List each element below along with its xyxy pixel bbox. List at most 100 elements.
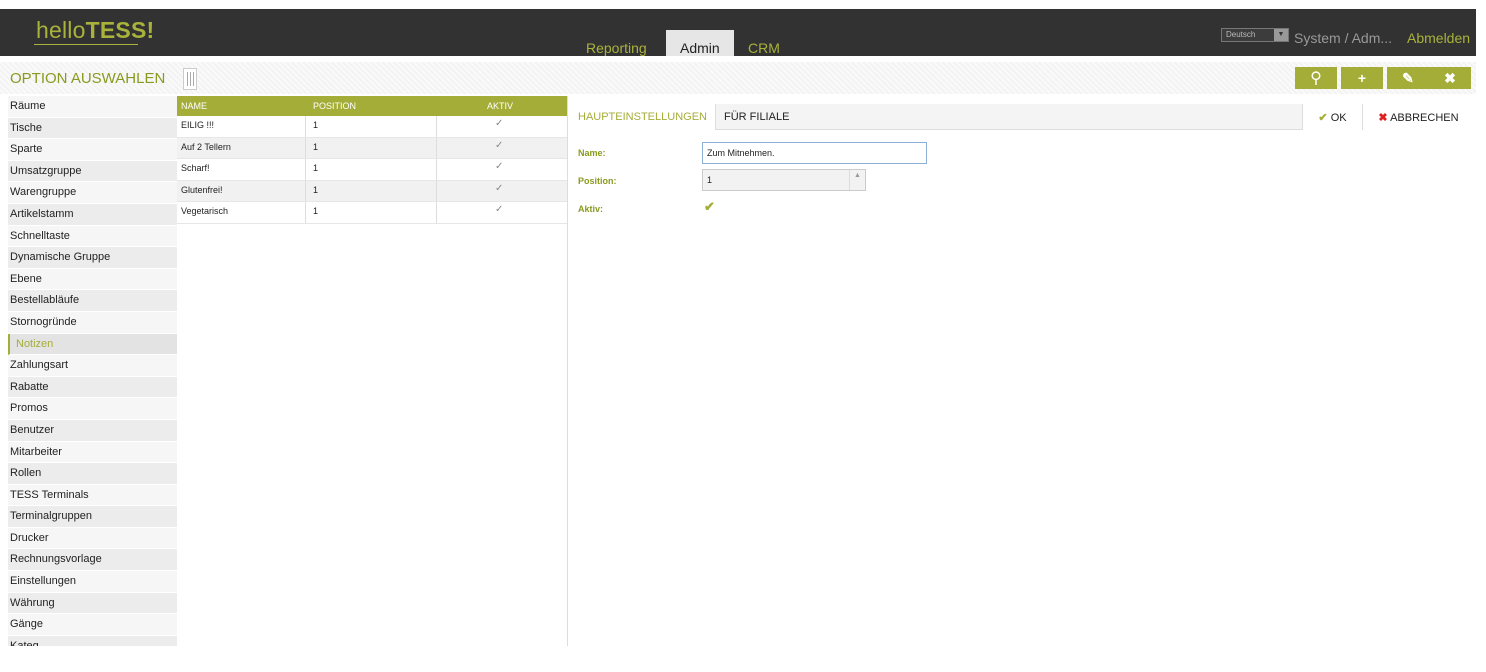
logo[interactable]: helloTESS! [36, 17, 154, 44]
sidebar-item[interactable]: Kateg... [8, 635, 177, 646]
position-stepper[interactable]: ▲ [849, 170, 865, 190]
cell-name: Scharf! [181, 163, 210, 173]
plus-icon: + [1357, 70, 1367, 86]
check-icon: ✔ [704, 199, 715, 214]
search-icon: ⚲ [1310, 70, 1322, 87]
sidebar-item[interactable]: Sparte [8, 139, 177, 161]
language-select-value: Deutsch [1226, 30, 1256, 39]
chevron-up-icon: ▲ [854, 172, 861, 179]
column-header-name[interactable]: NAME [181, 101, 207, 111]
position-input[interactable] [702, 169, 866, 191]
handle-line [187, 72, 188, 86]
check-icon: ✓ [495, 161, 504, 172]
delete-button[interactable]: ✖ [1429, 67, 1471, 89]
sidebar-item[interactable]: Einstellungen [8, 571, 177, 593]
sidebar-item[interactable]: Bestellabläufe [8, 290, 177, 312]
option-title: OPTION AUSWAHLEN [10, 70, 166, 87]
sidebar-item[interactable]: Stornogründe [8, 311, 177, 334]
sidebar-item[interactable]: Umsatzgruppe [8, 160, 177, 183]
column-header-position[interactable]: POSITION [313, 101, 356, 111]
nav-tab-admin[interactable]: Admin [666, 30, 734, 56]
sidebar-item[interactable]: Währung [8, 592, 177, 615]
column-divider [436, 159, 437, 180]
sidebar-item[interactable]: Tische [8, 117, 177, 140]
sidebar-item[interactable]: Rabatte [8, 376, 177, 399]
sidebar-item[interactable]: Drucker [8, 527, 177, 550]
column-divider [436, 180, 437, 201]
sidebar-item[interactable]: Terminalgruppen [8, 506, 177, 528]
cell-name: Auf 2 Tellern [181, 141, 231, 152]
close-icon: ✖ [1378, 112, 1388, 124]
name-input[interactable] [702, 142, 927, 164]
chevron-down-icon: ▼ [1274, 29, 1288, 41]
table-row[interactable]: Auf 2 Tellern 1 ✓ [177, 137, 567, 159]
table-row[interactable]: Glutenfrei! 1 ✓ [177, 180, 567, 202]
aktiv-checkbox[interactable]: ✔ [704, 199, 720, 215]
notes-table: NAME POSITION AKTIV EILIG !!! 1 ✓ Auf 2 Tel… [177, 96, 567, 224]
sidebar-item[interactable]: Mitarbeiter [8, 441, 177, 464]
language-select[interactable]: Deutsch ▼ [1221, 28, 1289, 42]
table-header: NAME POSITION AKTIV [177, 96, 567, 116]
search-button[interactable]: ⚲ [1295, 67, 1337, 89]
table-row[interactable]: Scharf! 1 ✓ [177, 159, 567, 181]
column-divider [436, 137, 437, 158]
column-divider [305, 137, 306, 158]
app-window: helloTESS! Reporting Admin CRM Deutsch ▼… [0, 0, 1486, 672]
top-bar: helloTESS! Reporting Admin CRM Deutsch ▼… [0, 9, 1476, 56]
position-label: Position: [578, 176, 617, 186]
detail-tabs: HAUPTEINSTELLUNGEN FÜR FILIALE ✔ OK ✖ AB… [568, 104, 1474, 130]
table-row[interactable]: EILIG !!! 1 ✓ [177, 116, 567, 138]
sidebar-item[interactable]: Benutzer [8, 419, 177, 442]
sidebar-item[interactable]: Rollen [8, 463, 177, 485]
sidebar-item[interactable]: Promos [8, 398, 177, 420]
splitter-handle[interactable] [183, 68, 197, 90]
column-divider [305, 116, 306, 137]
handle-line [190, 72, 191, 86]
column-header-aktiv[interactable]: AKTIV [487, 101, 513, 111]
nav-tab-reporting[interactable]: Reporting [586, 30, 647, 56]
table-row[interactable]: Vegetarisch 1 ✓ [177, 202, 567, 224]
sidebar-item[interactable]: Dynamische Gruppe [8, 247, 177, 269]
detail-panel: HAUPTEINSTELLUNGEN FÜR FILIALE ✔ OK ✖ AB… [568, 96, 1474, 646]
nav-tab-crm[interactable]: CRM [748, 30, 780, 56]
edit-button[interactable]: ✎ [1387, 67, 1429, 89]
sidebar-item[interactable]: Zahlungsart [8, 355, 177, 377]
cancel-button-label: ABBRECHEN [1390, 112, 1459, 124]
sidebar-item[interactable]: Warengruppe [8, 182, 177, 204]
close-icon: ✖ [1444, 70, 1456, 86]
sidebar-item[interactable]: Schnelltaste [8, 225, 177, 248]
logo-underline [34, 44, 138, 45]
logout-link[interactable]: Abmelden [1407, 30, 1470, 46]
column-divider [305, 180, 306, 201]
column-divider [436, 202, 437, 223]
cell-position: 1 [313, 141, 319, 152]
tab-fuer-filiale[interactable]: FÜR FILIALE [714, 104, 797, 130]
name-label: Name: [578, 148, 606, 158]
user-menu[interactable]: System / Adm... [1294, 30, 1392, 46]
aktiv-label: Aktiv: [578, 204, 604, 214]
ok-button-label: OK [1330, 112, 1347, 124]
sidebar-item[interactable]: Räume [8, 96, 177, 118]
edit-icon: ✎ [1402, 70, 1414, 86]
cell-position: 1 [313, 206, 319, 216]
option-toolbar: OPTION AUSWAHLEN ⚲ + ✎ ✖ [0, 62, 1476, 94]
check-icon: ✓ [495, 182, 504, 194]
sidebar-item[interactable]: Rechnungsvorlage [8, 549, 177, 572]
cancel-button[interactable]: ✖ ABBRECHEN [1362, 104, 1474, 130]
ok-button[interactable]: ✔ OK [1302, 104, 1362, 130]
handle-line [193, 72, 194, 86]
sidebar-item[interactable]: Gänge [8, 614, 177, 636]
cell-position: 1 [313, 184, 319, 195]
option-sidebar: Räume Tische Sparte Umsatzgruppe Warengruppe… [8, 96, 177, 646]
sidebar-item[interactable]: TESS Terminals [8, 484, 177, 507]
sidebar-item[interactable]: Notizen [8, 333, 177, 356]
tab-haupteinstellungen[interactable]: HAUPTEINSTELLUNGEN [568, 104, 716, 130]
sidebar-item[interactable]: Ebene [8, 268, 177, 291]
check-icon: ✔ [1318, 112, 1328, 124]
add-button[interactable]: + [1341, 67, 1383, 89]
column-divider [305, 159, 306, 180]
check-icon: ✓ [495, 139, 504, 151]
sidebar-item[interactable]: Artikelstamm [8, 203, 177, 226]
check-icon: ✓ [495, 204, 504, 215]
check-icon: ✓ [495, 118, 504, 129]
